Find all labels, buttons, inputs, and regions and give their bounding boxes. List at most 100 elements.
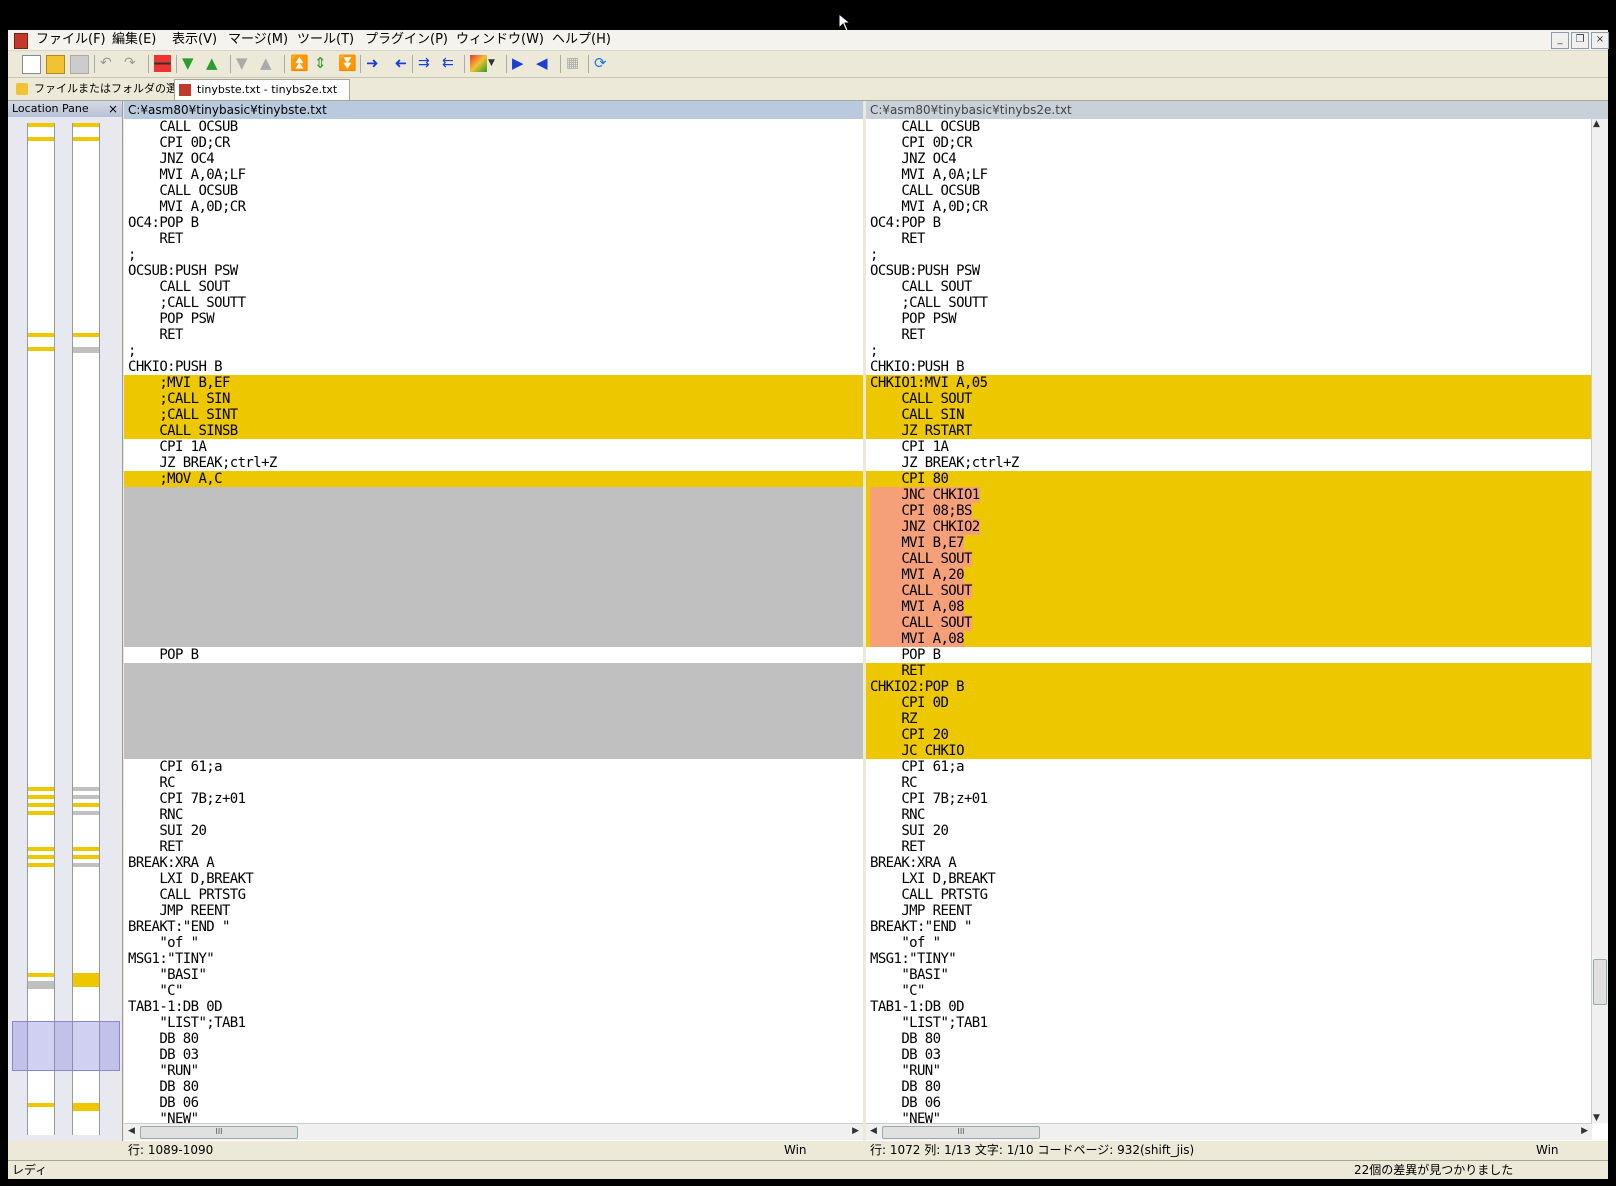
code-line[interactable]: JNZ OC4 bbox=[124, 151, 863, 167]
code-line[interactable]: OCSUB:PUSH PSW bbox=[866, 263, 1592, 279]
code-line[interactable]: JMP REENT bbox=[124, 903, 863, 919]
code-line[interactable]: MVI A,0D;CR bbox=[866, 199, 1592, 215]
code-line[interactable]: ;CALL SOUTT bbox=[124, 295, 863, 311]
code-line[interactable]: MSG1:"TINY" bbox=[124, 951, 863, 967]
code-line[interactable]: CPI 0D;CR bbox=[866, 135, 1592, 151]
copy-left-icon[interactable]: ➜ bbox=[390, 54, 407, 72]
code-line[interactable]: CPI 7B;z+01 bbox=[866, 791, 1592, 807]
location-bar-right[interactable] bbox=[72, 123, 100, 1135]
code-line[interactable]: CPI 61;a bbox=[866, 759, 1592, 775]
tab-compare[interactable]: tinybste.txt - tinybs2e.txt bbox=[174, 79, 350, 100]
code-line[interactable] bbox=[124, 631, 863, 647]
code-line[interactable]: "BASI" bbox=[866, 967, 1592, 983]
code-line[interactable]: MVI A,0A;LF bbox=[124, 167, 863, 183]
scroll-right-icon[interactable]: ▶ bbox=[1581, 1126, 1588, 1136]
code-line[interactable]: RNC bbox=[124, 807, 863, 823]
code-line[interactable]: MVI A,0D;CR bbox=[124, 199, 863, 215]
next-conflict-icon[interactable]: ▼ bbox=[236, 55, 253, 72]
menu-edit[interactable]: 編集(E) bbox=[112, 30, 156, 50]
code-line[interactable]: CPI 7B;z+01 bbox=[124, 791, 863, 807]
code-line[interactable] bbox=[124, 615, 863, 631]
code-line[interactable]: RET bbox=[124, 839, 863, 855]
code-line[interactable]: "NEW" bbox=[866, 1111, 1592, 1123]
code-line[interactable]: JC CHKIO bbox=[866, 743, 1592, 759]
copy-all-right-icon[interactable]: ▶ bbox=[512, 55, 529, 72]
next-diff-icon[interactable]: ▼ bbox=[182, 55, 199, 72]
code-line[interactable]: LXI D,BREAKT bbox=[124, 871, 863, 887]
scroll-left-icon[interactable]: ◀ bbox=[128, 1126, 135, 1136]
code-line[interactable]: CHKIO2:POP B bbox=[866, 679, 1592, 695]
code-line[interactable]: CALL OCSUB bbox=[124, 183, 863, 199]
code-line[interactable]: MVI A,08 bbox=[866, 631, 1592, 647]
code-line[interactable] bbox=[124, 551, 863, 567]
code-line[interactable]: CALL SOUT bbox=[866, 279, 1592, 295]
code-line[interactable]: MSG1:"TINY" bbox=[866, 951, 1592, 967]
tab-select-files[interactable]: ファイルまたはフォルダの選択... bbox=[12, 79, 199, 99]
code-line[interactable]: JNZ CHKIO2 bbox=[866, 519, 1592, 535]
code-line[interactable]: POP B bbox=[866, 647, 1592, 663]
code-line[interactable]: CPI 0D;CR bbox=[124, 135, 863, 151]
first-diff-icon[interactable]: ⏫ bbox=[290, 55, 309, 72]
code-line[interactable]: CHKIO:PUSH B bbox=[866, 359, 1592, 375]
code-line[interactable]: DB 06 bbox=[866, 1095, 1592, 1111]
code-line[interactable]: ; bbox=[124, 343, 863, 359]
code-line[interactable]: "of " bbox=[124, 935, 863, 951]
current-diff-icon[interactable]: ⇕ bbox=[314, 55, 331, 72]
code-line[interactable]: CPI 1A bbox=[124, 439, 863, 455]
refresh-icon[interactable]: ⟳ bbox=[594, 55, 611, 72]
code-line[interactable]: ;CALL SOUTT bbox=[866, 295, 1592, 311]
code-line[interactable]: DB 03 bbox=[124, 1047, 863, 1063]
code-line[interactable]: "RUN" bbox=[866, 1063, 1592, 1079]
code-line[interactable]: CPI 80 bbox=[866, 471, 1592, 487]
code-line[interactable]: CALL SIN bbox=[866, 407, 1592, 423]
code-line[interactable]: CPI 08;BS bbox=[866, 503, 1592, 519]
code-line[interactable]: OC4:POP B bbox=[124, 215, 863, 231]
code-line[interactable]: ;CALL SIN bbox=[124, 391, 863, 407]
code-line[interactable]: CALL OCSUB bbox=[866, 183, 1592, 199]
code-line[interactable] bbox=[124, 663, 863, 679]
code-line[interactable]: JNC CHKIO1 bbox=[866, 487, 1592, 503]
code-line[interactable]: OCSUB:PUSH PSW bbox=[124, 263, 863, 279]
scroll-right-icon[interactable]: ▶ bbox=[852, 1126, 859, 1136]
code-line[interactable]: RC bbox=[866, 775, 1592, 791]
code-line[interactable]: CALL SINSB bbox=[124, 423, 863, 439]
redo-icon[interactable]: ↷ bbox=[124, 55, 141, 72]
code-line[interactable]: ;MOV A,C bbox=[124, 471, 863, 487]
prev-conflict-icon[interactable]: ▲ bbox=[260, 55, 277, 72]
restore-icon[interactable]: ❐ bbox=[1571, 32, 1589, 49]
left-horizontal-scrollbar[interactable]: ◀ III ▶ bbox=[124, 1123, 863, 1140]
code-line[interactable]: CALL OCSUB bbox=[124, 119, 863, 135]
code-line[interactable]: RET bbox=[124, 327, 863, 343]
right-code-view[interactable]: CALL OCSUB CPI 0D;CR JNZ OC4 MVI A,0A;LF… bbox=[866, 119, 1592, 1123]
code-line[interactable]: CPI 0D bbox=[866, 695, 1592, 711]
code-line[interactable]: JZ RSTART bbox=[866, 423, 1592, 439]
code-line[interactable]: "RUN" bbox=[124, 1063, 863, 1079]
menu-help[interactable]: ヘルプ(H) bbox=[552, 30, 611, 50]
code-line[interactable]: CALL SOUT bbox=[866, 583, 1592, 599]
code-line[interactable]: POP PSW bbox=[866, 311, 1592, 327]
code-line[interactable] bbox=[124, 727, 863, 743]
code-line[interactable]: TAB1-1:DB 0D bbox=[124, 999, 863, 1015]
code-line[interactable]: RET bbox=[866, 327, 1592, 343]
menu-merge[interactable]: マージ(M) bbox=[228, 30, 288, 50]
code-line[interactable]: RET bbox=[866, 663, 1592, 679]
location-viewport-indicator[interactable] bbox=[12, 1021, 120, 1071]
code-line[interactable]: CALL PRTSTG bbox=[124, 887, 863, 903]
code-line[interactable]: DB 80 bbox=[866, 1079, 1592, 1095]
code-line[interactable] bbox=[124, 567, 863, 583]
code-line[interactable] bbox=[124, 695, 863, 711]
code-line[interactable] bbox=[124, 487, 863, 503]
code-line[interactable]: ;MVI B,EF bbox=[124, 375, 863, 391]
code-line[interactable]: "C" bbox=[866, 983, 1592, 999]
code-line[interactable]: ; bbox=[866, 343, 1592, 359]
open-folder-icon[interactable] bbox=[46, 55, 65, 74]
scrollbar-thumb[interactable] bbox=[1593, 959, 1607, 1005]
last-diff-icon[interactable]: ⏬ bbox=[338, 55, 357, 72]
right-vertical-scrollbar[interactable]: ▲ ▼ bbox=[1591, 119, 1608, 1123]
menu-window[interactable]: ウィンドウ(W) bbox=[456, 30, 544, 50]
prev-diff-icon[interactable]: ▲ bbox=[206, 55, 223, 72]
code-line[interactable]: POP PSW bbox=[124, 311, 863, 327]
code-line[interactable]: BREAKT:"END " bbox=[866, 919, 1592, 935]
code-line[interactable]: BREAK:XRA A bbox=[124, 855, 863, 871]
menu-file[interactable]: ファイル(F) bbox=[36, 30, 106, 50]
